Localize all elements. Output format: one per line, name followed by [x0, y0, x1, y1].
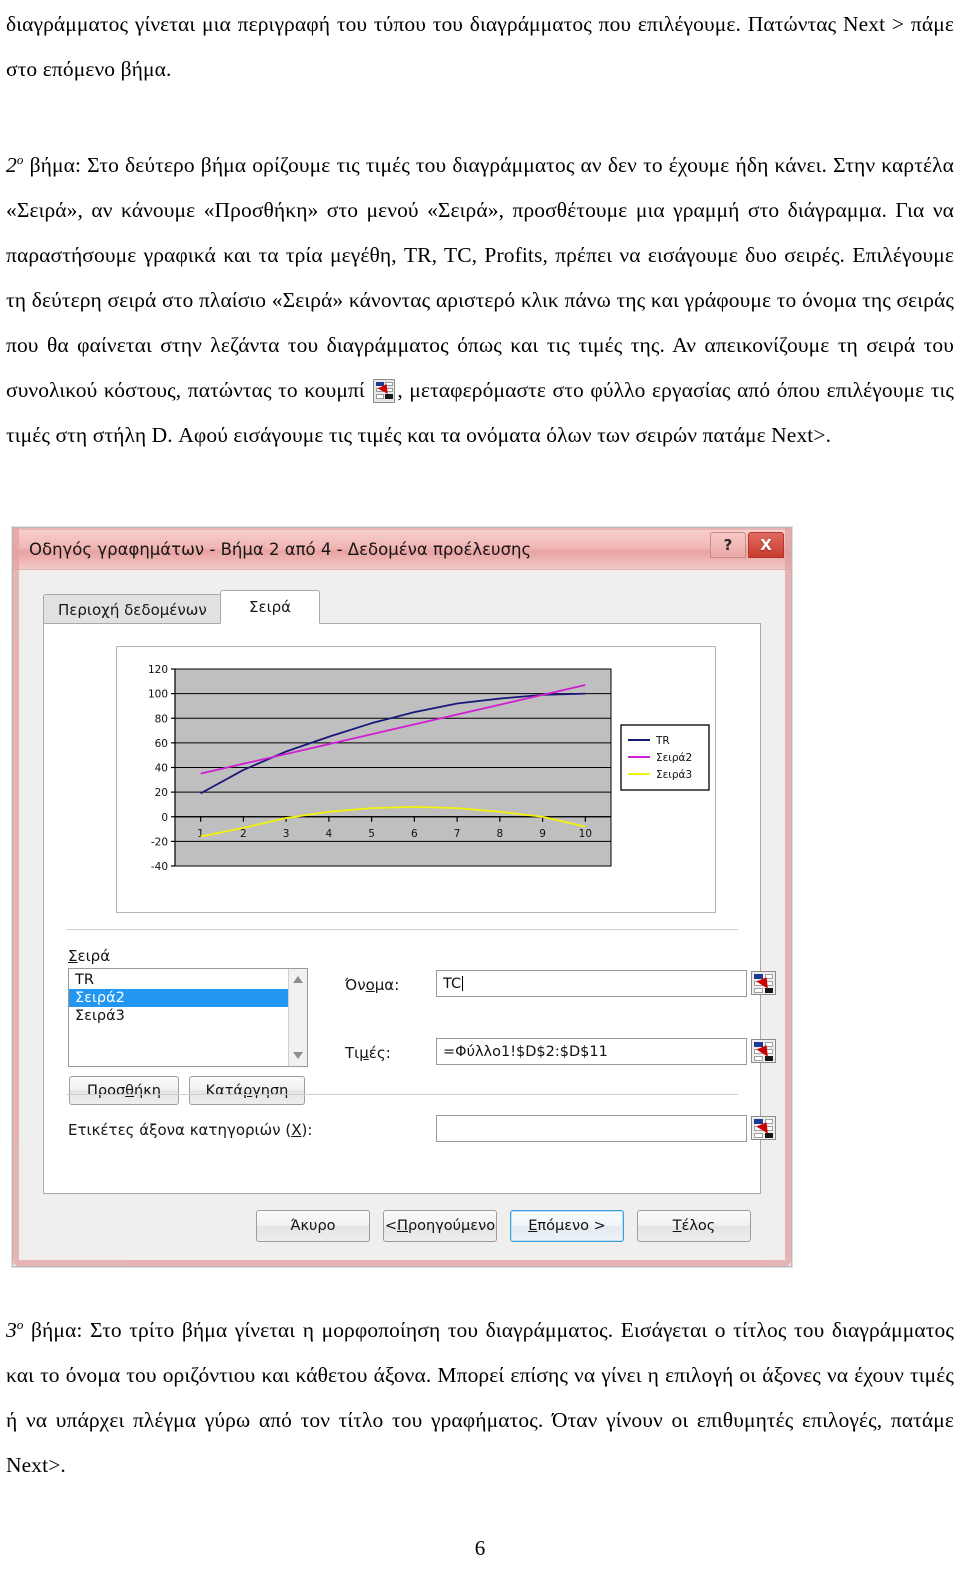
scroll-down-arrow-icon[interactable] — [293, 1052, 303, 1059]
step2-marker: 2ο — [6, 152, 30, 178]
tab-data-range[interactable]: Περιοχή δεδομένων — [43, 594, 222, 624]
text-caret — [462, 976, 464, 991]
chart-preview-svg: -40 -20 0 20 40 60 80 100 120 1 2 3 4 5 6 7 8 9 10 TR Σειρά2… — [148, 664, 710, 873]
svg-text:4: 4 — [326, 828, 333, 840]
category-labels-field-label: Ετικέτες άξονα κατηγοριών (X): — [68, 1121, 313, 1139]
range-select-icon — [751, 971, 776, 995]
values-input-value: =Φύλλο1!$D$2:$D$11 — [443, 1043, 608, 1060]
paragraph-3-text: βήμα: Στο τρίτο βήμα γίνεται η μορφοποίη… — [6, 1318, 954, 1478]
range-select-icon — [751, 1116, 776, 1140]
document-body: διαγράμματος γίνεται μια περιγραφή του τ… — [0, 2, 960, 458]
list-item[interactable]: Σειρά2 — [69, 989, 288, 1007]
values-input[interactable]: =Φύλλο1!$D$2:$D$11 — [436, 1038, 747, 1065]
svg-text:6: 6 — [411, 828, 418, 840]
name-field-label: Όνομα: — [345, 976, 400, 994]
series-listbox[interactable]: TR Σειρά2 Σειρά3 — [68, 968, 308, 1067]
svg-text:2: 2 — [240, 828, 247, 840]
values-range-picker-button[interactable] — [751, 1039, 776, 1063]
paragraph-2-text: βήμα: Στο δεύτερο βήμα ορίζουμε τις τιμέ… — [6, 153, 954, 403]
tab-page-series: -40 -20 0 20 40 60 80 100 120 1 2 3 4 5 6 7 8 9 10 TR Σειρά2… — [43, 623, 776, 1194]
dialog-footer: Άκυρο < Προηγούμενο Επόμενο > Τέλος — [43, 1202, 761, 1250]
step3-number: 3 — [6, 1318, 17, 1343]
caption-buttons: ? X — [710, 532, 784, 558]
svg-text:60: 60 — [155, 738, 168, 750]
series-group-label: Σειρά — [68, 947, 111, 965]
range-select-icon — [373, 379, 396, 404]
next-button[interactable]: Επόμενο > — [510, 1210, 624, 1242]
svg-text:5: 5 — [368, 828, 375, 840]
remove-series-button[interactable]: Κατά ρ γηση — [189, 1076, 305, 1105]
range-select-icon — [751, 1039, 776, 1063]
chart-wizard-dialog: Οδηγός γραφημάτων - Βήμα 2 από 4 - Δεδομ… — [12, 527, 792, 1267]
svg-text:120: 120 — [148, 664, 168, 676]
svg-text:10: 10 — [579, 828, 592, 840]
tab-series[interactable]: Σειρά — [220, 590, 321, 624]
svg-text:-40: -40 — [151, 861, 168, 873]
svg-text:1: 1 — [197, 828, 204, 840]
svg-text:3: 3 — [283, 828, 290, 840]
svg-text:0: 0 — [161, 812, 168, 824]
cancel-button[interactable]: Άκυρο — [256, 1210, 370, 1242]
category-labels-input[interactable] — [436, 1115, 747, 1142]
document-body-lower: 3ο βήμα: Στο τρίτο βήμα γίνεται η μορφοπ… — [0, 1302, 960, 1488]
svg-text:80: 80 — [155, 713, 168, 725]
series-group-label-rest: ειρά — [77, 947, 111, 965]
name-input-value: TC — [443, 975, 462, 992]
divider-top — [66, 929, 738, 930]
paragraph-2: 2ο βήμα: Στο δεύτερο βήμα ορίζουμε τις τ… — [6, 137, 954, 458]
dialog-title: Οδηγός γραφημάτων - Βήμα 2 από 4 - Δεδομ… — [29, 540, 532, 559]
paragraph-1: διαγράμματος γίνεται μια περιγραφή του τ… — [6, 12, 954, 81]
add-series-button[interactable]: Προσ θ ήκη — [69, 1076, 179, 1105]
series-list-items: TR Σειρά2 Σειρά3 — [69, 969, 288, 1066]
help-icon[interactable]: ? — [710, 532, 746, 558]
dialog-body: Περιοχή δεδομένων Σειρά -40 -20 0 20 40 60 80 1… — [21, 574, 783, 1258]
values-field-label: Τιμές: — [345, 1044, 391, 1062]
svg-text:-20: -20 — [151, 836, 168, 848]
svg-text:20: 20 — [155, 787, 168, 799]
name-input[interactable]: TC — [436, 970, 747, 997]
divider-bottom — [66, 1094, 738, 1095]
svg-text:9: 9 — [539, 828, 546, 840]
series-list-scrollbar[interactable] — [288, 969, 307, 1066]
svg-text:100: 100 — [148, 689, 168, 701]
svg-text:40: 40 — [155, 763, 168, 775]
tab-strip: Περιοχή δεδομένων Σειρά — [43, 590, 783, 624]
paragraph-3: 3ο βήμα: Στο τρίτο βήμα γίνεται η μορφοπ… — [6, 1302, 954, 1488]
svg-text:7: 7 — [454, 828, 461, 840]
name-range-picker-button[interactable] — [751, 971, 776, 995]
finish-button[interactable]: Τέλος — [637, 1210, 751, 1242]
svg-text:TR: TR — [655, 735, 670, 747]
close-icon[interactable]: X — [748, 532, 784, 558]
step3-marker: 3ο — [6, 1317, 31, 1343]
chart-preview: -40 -20 0 20 40 60 80 100 120 1 2 3 4 5 6 7 8 9 10 TR Σειρά2… — [116, 646, 716, 913]
svg-text:8: 8 — [497, 828, 504, 840]
dialog-titlebar[interactable]: Οδηγός γραφημάτων - Βήμα 2 από 4 - Δεδομ… — [13, 528, 791, 570]
category-labels-range-picker-button[interactable] — [751, 1116, 776, 1140]
list-item[interactable]: Σειρά3 — [69, 1007, 288, 1025]
svg-text:Σειρά2: Σειρά2 — [656, 752, 692, 764]
step2-number: 2 — [6, 153, 17, 178]
scroll-up-arrow-icon[interactable] — [293, 976, 303, 983]
list-item[interactable]: TR — [69, 971, 288, 989]
page-number: 6 — [474, 1536, 486, 1560]
step2-superscript: ο — [16, 152, 24, 167]
step3-superscript: ο — [16, 1317, 24, 1332]
back-button[interactable]: < Προηγούμενο — [383, 1210, 497, 1242]
svg-text:Σειρά3: Σειρά3 — [656, 769, 692, 781]
